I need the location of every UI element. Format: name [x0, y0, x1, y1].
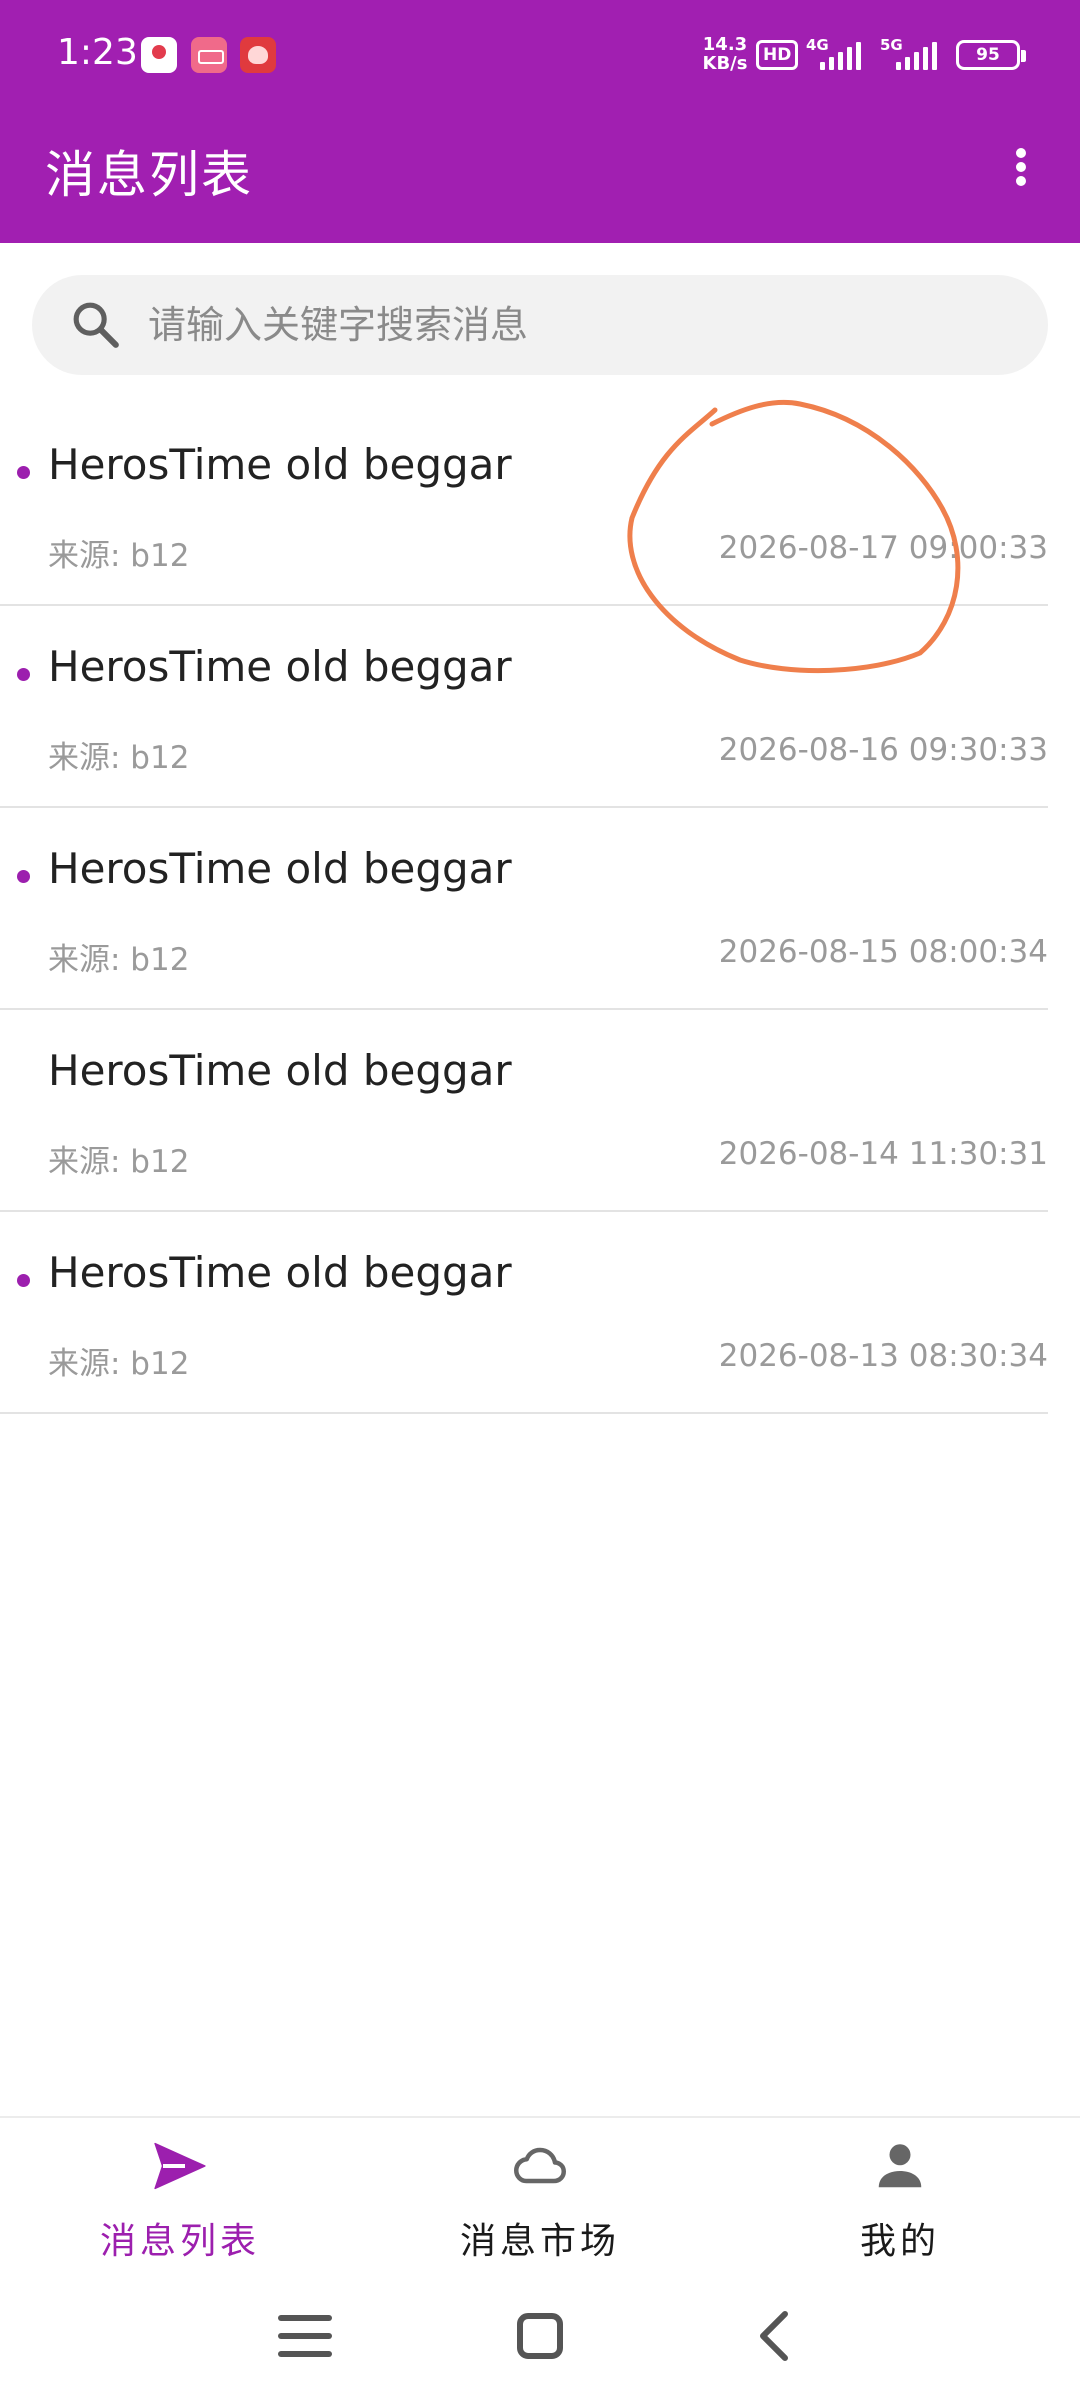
back-icon[interactable]: [735, 2296, 815, 2376]
message-time: 2026-08-14 11:30:31: [718, 1136, 1048, 1172]
send-icon: [154, 2142, 206, 2190]
message-title: HerosTime old beggar: [48, 642, 512, 691]
signal-4g-icon: [820, 42, 870, 70]
message-source: 来源: b12: [48, 942, 190, 978]
unread-dot: [17, 466, 30, 479]
message-time: 2026-08-15 08:00:34: [718, 934, 1048, 970]
tab-label: 消息市场: [459, 2221, 620, 2262]
cloud-icon: [514, 2147, 566, 2184]
person-icon: [878, 2144, 922, 2188]
health-app-notification-icon: [240, 37, 276, 73]
search-icon: [73, 302, 119, 348]
message-item[interactable]: HerosTime old beggar 来源: b12 2026-08-13 …: [0, 1212, 1080, 1414]
message-title: HerosTime old beggar: [48, 844, 512, 893]
message-time: 2026-08-13 08:30:34: [718, 1338, 1048, 1374]
message-source: 来源: b12: [48, 740, 190, 776]
message-item[interactable]: HerosTime old beggar 来源: b12 2026-08-14 …: [0, 1010, 1080, 1212]
bilibili-notification-icon: [191, 37, 227, 73]
message-title: HerosTime old beggar: [48, 1046, 512, 1095]
message-source: 来源: b12: [48, 1346, 190, 1382]
home-icon[interactable]: [500, 2296, 580, 2376]
bottom-nav: 消息列表 消息市场 我的: [0, 2116, 1080, 2276]
divider: [0, 1412, 1048, 1414]
tab-message-list[interactable]: 消息列表: [60, 2118, 300, 2278]
message-title: HerosTime old beggar: [48, 440, 512, 489]
status-bar: 1:23 14.3 KB/s HD 4G 5G 95: [0, 0, 1080, 108]
message-item[interactable]: HerosTime old beggar 来源: b12 2026-08-16 …: [0, 606, 1080, 808]
app-header: 1:23 14.3 KB/s HD 4G 5G 95 消息列表: [0, 0, 1080, 243]
message-item[interactable]: HerosTime old beggar 来源: b12 2026-08-17 …: [0, 404, 1080, 606]
more-vert-icon[interactable]: [1000, 130, 1044, 204]
message-time: 2026-08-16 09:30:33: [718, 732, 1048, 768]
unread-dot: [17, 668, 30, 681]
unread-dot: [17, 1274, 30, 1287]
hd-voice-icon: HD: [756, 40, 799, 70]
menu-icon[interactable]: [265, 2296, 345, 2376]
search-bar[interactable]: [32, 275, 1048, 375]
message-item[interactable]: HerosTime old beggar 来源: b12 2026-08-15 …: [0, 808, 1080, 1010]
tab-label: 我的: [859, 2221, 940, 2262]
status-time: 1:23: [57, 32, 138, 73]
unread-dot: [17, 870, 30, 883]
tab-mine[interactable]: 我的: [780, 2118, 1020, 2278]
search-input[interactable]: [148, 275, 1008, 375]
message-list: HerosTime old beggar 来源: b12 2026-08-17 …: [0, 404, 1080, 1414]
page-title: 消息列表: [45, 146, 253, 204]
battery-level: 95: [976, 45, 1000, 65]
message-title: HerosTime old beggar: [48, 1248, 512, 1297]
system-nav-bar: [0, 2276, 1080, 2401]
message-source: 来源: b12: [48, 538, 190, 574]
message-source: 来源: b12: [48, 1144, 190, 1180]
tab-message-market[interactable]: 消息市场: [420, 2118, 660, 2278]
tab-label: 消息列表: [99, 2221, 260, 2262]
network-speed: 14.3 KB/s: [702, 34, 748, 74]
map-app-notification-icon: [141, 37, 177, 73]
battery-icon: 95: [956, 40, 1026, 70]
message-time: 2026-08-17 09:00:33: [718, 530, 1048, 566]
signal-5g-icon: [896, 42, 946, 70]
message-list-screen: 1:23 14.3 KB/s HD 4G 5G 95 消息列表 请输入关键字搜索…: [0, 0, 1080, 2401]
